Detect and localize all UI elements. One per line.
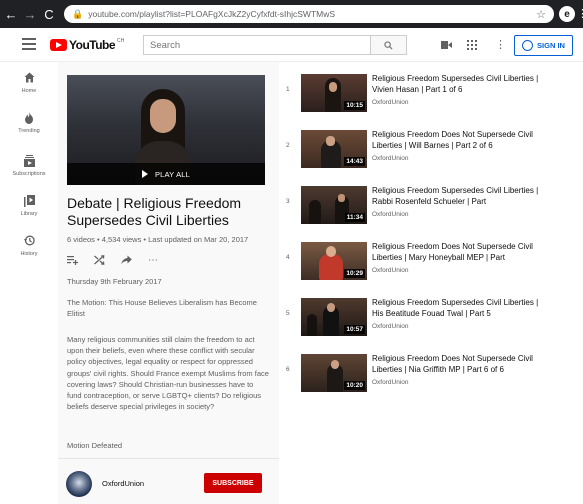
video-channel[interactable]: OxfordUnion	[372, 99, 409, 106]
shuffle-icon[interactable]	[94, 255, 105, 268]
playlist-thumbnail[interactable]: PLAY ALL	[67, 75, 265, 185]
list-item[interactable]: 5 10:57 Religious Freedom Supersedes Civ…	[279, 286, 583, 336]
video-title[interactable]: Religious Freedom Supersedes Civil Liber…	[372, 298, 547, 319]
video-index: 6	[286, 366, 290, 373]
video-title[interactable]: Religious Freedom Does Not Supersede Civ…	[372, 242, 547, 263]
browser-menu-icon[interactable]: ⋮	[577, 7, 583, 20]
add-to-queue-icon[interactable]	[67, 255, 78, 268]
video-title[interactable]: Religious Freedom Does Not Supersede Civ…	[372, 130, 547, 151]
video-thumbnail[interactable]: 10:15	[301, 74, 367, 112]
youtube-logo[interactable]: YouTube CH	[50, 38, 124, 52]
bookmark-star-icon[interactable]: ☆	[536, 8, 546, 21]
playlist-date: Thursday 9th February 2017	[67, 277, 162, 286]
history-icon	[0, 235, 58, 249]
video-thumbnail[interactable]: 10:20	[301, 354, 367, 392]
video-channel[interactable]: OxfordUnion	[372, 379, 409, 386]
search-box	[143, 35, 407, 55]
subscribe-button[interactable]: SUBSCRIBE	[204, 473, 262, 493]
guide-label: Subscriptions	[12, 171, 46, 177]
video-title[interactable]: Religious Freedom Supersedes Civil Liber…	[372, 186, 547, 207]
video-duration: 14:43	[344, 157, 365, 166]
video-thumbnail[interactable]: 14:43	[301, 130, 367, 168]
playlist-sidebar: PLAY ALL Debate | Religious Freedom Supe…	[58, 62, 279, 504]
flame-icon	[0, 112, 58, 126]
playlist-result: Motion Defeated	[67, 441, 123, 450]
video-index: 3	[286, 198, 290, 205]
guide-label: Trending	[18, 128, 40, 134]
video-channel[interactable]: OxfordUnion	[372, 211, 409, 218]
video-title[interactable]: Religious Freedom Supersedes Civil Liber…	[372, 74, 547, 95]
video-channel[interactable]: OxfordUnion	[372, 323, 409, 330]
list-item[interactable]: 6 10:20 Religious Freedom Does Not Super…	[279, 342, 583, 392]
video-thumbnail[interactable]: 11:34	[301, 186, 367, 224]
guide-item-library[interactable]: Library	[0, 195, 58, 217]
list-item[interactable]: 3 11:34 Religious Freedom Supersedes Civ…	[279, 174, 583, 224]
sign-in-button[interactable]: SIGN IN	[514, 35, 573, 56]
account-icon	[522, 40, 534, 51]
playlist-owner: OxfordUnion SUBSCRIBE	[58, 458, 279, 504]
guide-sidebar: Home Trending Subscriptions Library Hist…	[0, 62, 58, 504]
guide-item-trending[interactable]: Trending	[0, 112, 58, 134]
video-duration: 10:15	[344, 101, 365, 110]
play-all-button[interactable]: PLAY ALL	[67, 163, 265, 185]
logo-wordmark: YouTube	[69, 38, 116, 52]
library-icon	[0, 195, 58, 209]
channel-avatar[interactable]	[66, 471, 92, 497]
video-thumbnail[interactable]: 10:57	[301, 298, 367, 336]
sign-in-label: SIGN IN	[537, 41, 565, 50]
logo-country-code: CH	[117, 38, 125, 44]
guide-label: Library	[20, 211, 38, 217]
playlist-description: Many religious communities still claim t…	[67, 335, 269, 412]
video-index: 1	[286, 86, 290, 93]
video-thumbnail[interactable]: 10:29	[301, 242, 367, 280]
profile-avatar[interactable]: e	[559, 6, 575, 22]
apps-grid-icon[interactable]	[467, 40, 477, 53]
address-url: youtube.com/playlist?list=PLOAFgXcJkZ2yC…	[88, 9, 336, 19]
list-item[interactable]: 4 10:29 Religious Freedom Does Not Super…	[279, 230, 583, 280]
video-index: 2	[286, 142, 290, 149]
video-duration: 10:29	[344, 269, 365, 278]
play-icon	[141, 170, 148, 178]
channel-name[interactable]: OxfordUnion	[102, 479, 144, 488]
playlist-motion: The Motion: This House Believes Liberali…	[67, 298, 257, 318]
lock-icon: 🔒	[72, 8, 84, 19]
playlist-title: Debate | Religious Freedom Supersedes Ci…	[67, 195, 242, 228]
video-duration: 11:34	[344, 213, 365, 222]
search-input[interactable]	[144, 36, 374, 54]
guide-item-history[interactable]: History	[0, 235, 58, 257]
back-arrow-icon[interactable]: ←	[3, 4, 19, 24]
video-index: 4	[286, 254, 290, 261]
playlist-stats: 6 videos • 4,534 views • Last updated on…	[67, 235, 249, 244]
create-video-icon[interactable]	[441, 40, 452, 52]
home-icon	[0, 72, 58, 86]
video-title[interactable]: Religious Freedom Does Not Supersede Civ…	[372, 354, 547, 375]
reload-icon[interactable]: C	[41, 4, 57, 24]
video-duration: 10:57	[344, 325, 365, 334]
playlist-actions: ⋯	[67, 255, 174, 268]
guide-label: Home	[21, 88, 37, 94]
list-item[interactable]: 2 14:43 Religious Freedom Does Not Super…	[279, 118, 583, 168]
browser-toolbar: ← → C 🔒 youtube.com/playlist?list=PLOAFg…	[0, 0, 583, 28]
play-all-label: PLAY ALL	[154, 169, 191, 179]
more-options-icon[interactable]: ⋯	[148, 255, 158, 268]
youtube-masthead: YouTube CH ⋮ SIGN IN	[0, 28, 583, 62]
settings-dots-icon[interactable]: ⋮	[495, 38, 506, 51]
guide-label: History	[20, 251, 38, 257]
search-button[interactable]	[370, 36, 406, 54]
video-channel[interactable]: OxfordUnion	[372, 267, 409, 274]
subscriptions-icon	[0, 155, 58, 169]
forward-arrow-icon[interactable]: →	[22, 4, 38, 24]
hamburger-menu-icon[interactable]	[22, 38, 36, 50]
video-index: 5	[286, 310, 290, 317]
list-item[interactable]: 1 10:15 Religious Freedom Supersedes Civ…	[279, 62, 583, 112]
youtube-play-icon	[50, 39, 67, 51]
share-icon[interactable]	[121, 255, 132, 268]
video-duration: 10:20	[344, 381, 365, 390]
guide-item-home[interactable]: Home	[0, 72, 58, 94]
guide-item-subscriptions[interactable]: Subscriptions	[0, 155, 58, 177]
search-icon	[384, 40, 393, 50]
video-channel[interactable]: OxfordUnion	[372, 155, 409, 162]
address-bar[interactable]: 🔒 youtube.com/playlist?list=PLOAFgXcJkZ2…	[64, 5, 554, 23]
